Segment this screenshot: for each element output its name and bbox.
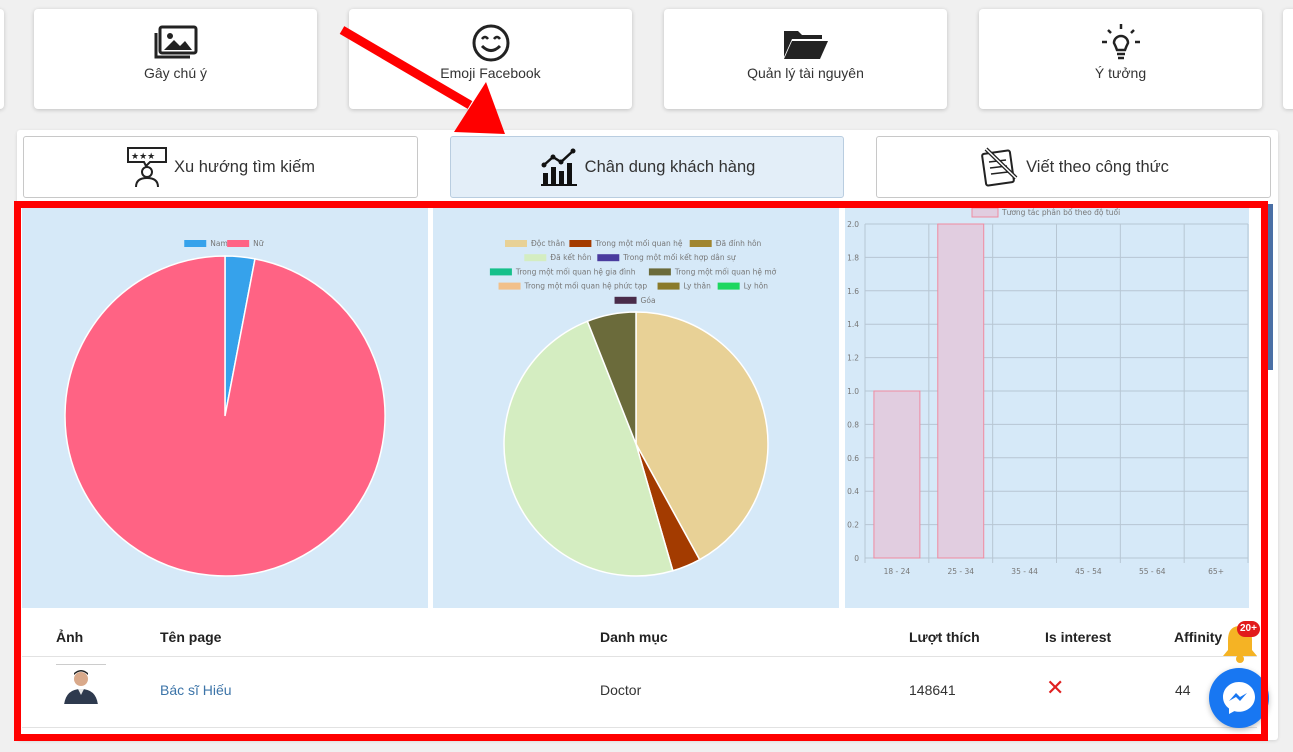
scrollbar-thumb[interactable] (1267, 204, 1273, 370)
x-tick-label: 35 - 44 (1011, 567, 1038, 576)
col-header-category: Danh mục (600, 629, 668, 645)
notepad-pen-icon (978, 146, 1020, 188)
relationship-legend-swatch-1 (569, 240, 592, 247)
age-bar-svg: Tương tác phân bố theo độ tuổi 0 0.2 0.4 0.6… (847, 207, 1249, 576)
relationship-legend-label-10: Góa (641, 296, 656, 305)
lightbulb-icon (1099, 23, 1143, 63)
tool-card-label: Ý tưởng (1094, 65, 1147, 81)
tool-card-resource-management[interactable]: Quản lý tài nguyên (664, 9, 947, 109)
col-header-is-interest: Is interest (1045, 629, 1112, 645)
relationship-legend-label-8: Ly thân (684, 282, 712, 291)
tab-label: Chân dung khách hàng (584, 157, 756, 176)
partial-card-right (1283, 9, 1293, 109)
relationship-legend-label-5: Trong một mối quan hệ gia đình (515, 267, 636, 276)
likes-cell: 148641 (909, 682, 956, 698)
tab-write-by-formula[interactable]: Viết theo công thức (876, 136, 1271, 198)
messenger-chat-button[interactable] (1209, 668, 1269, 728)
tool-card-label: Gây chú ý (143, 65, 208, 81)
category-cell: Doctor (600, 682, 642, 698)
relationship-legend-swatch-7 (498, 282, 521, 290)
avatar (56, 664, 106, 704)
table-divider (22, 727, 1257, 728)
tool-card-attention[interactable]: Gây chú ý (34, 9, 317, 109)
rating-person-icon: ★★★ (126, 146, 168, 188)
y-tick-label: 1.6 (847, 287, 859, 296)
relationship-pie-chart: Độc thân Trong một mối quan hệ Đã đính hôn… (433, 208, 839, 608)
col-header-avatar: Ảnh (56, 629, 84, 645)
folder-icon (782, 23, 830, 63)
gender-pie-chart: Nam Nữ (22, 208, 428, 608)
relationship-legend-swatch-0 (505, 240, 527, 247)
analytics-chart-icon (539, 147, 579, 187)
notification-bell-button[interactable]: 20+ (1220, 618, 1260, 664)
y-tick-label: 0.8 (847, 420, 859, 429)
tab-label: Viết theo công thức (1026, 157, 1169, 176)
y-tick-label: 0.6 (847, 454, 859, 463)
tool-card-ideas[interactable]: Ý tưởng (979, 9, 1262, 109)
gender-legend-swatch-1 (227, 240, 250, 247)
relationship-legend-swatch-10 (614, 296, 637, 304)
relationship-legend-label-3: Đã kết hôn (550, 253, 591, 262)
relationship-legend-label-4: Trong một mối kết hợp dân sự (622, 253, 737, 262)
affinity-cell: 44 (1175, 682, 1191, 698)
images-icon (152, 23, 200, 63)
page-name-link[interactable]: Bác sĩ Hiếu (160, 682, 232, 698)
age-bar-1 (937, 223, 985, 559)
y-tick-label: 1.4 (847, 320, 859, 329)
tab-label: Xu hướng tìm kiếm (173, 157, 316, 176)
x-tick-label: 55 - 64 (1139, 567, 1166, 576)
relationship-pie-svg: Độc thân Trong một mối quan hệ Đã đính hôn… (489, 239, 777, 577)
tab-customer-portrait[interactable]: Chân dung khách hàng (450, 136, 844, 198)
y-tick-label: 1.2 (847, 354, 859, 363)
y-tick-label: 1.0 (847, 387, 859, 396)
x-tick-label: 25 - 34 (947, 567, 974, 576)
y-tick-label: 0.2 (847, 521, 859, 530)
gender-pie-svg: Nam Nữ (64, 239, 386, 577)
relationship-legend-swatch-9 (717, 282, 740, 290)
age-bar-0 (873, 390, 921, 559)
relationship-legend-label-6: Trong một mối quan hệ mở (674, 267, 777, 276)
relationship-legend-swatch-2 (689, 240, 712, 247)
gender-legend-label-0: Nam (210, 239, 228, 248)
y-tick-label: 0 (854, 554, 859, 563)
age-legend-swatch (971, 207, 999, 218)
age-bar-chart: Tương tác phân bố theo độ tuổi 0 0.2 0.4 0.6… (845, 207, 1249, 608)
tool-card-label: Quản lý tài nguyên (747, 65, 864, 81)
relationship-legend-swatch-4 (597, 254, 620, 262)
relationship-legend-label-9: Ly hôn (744, 282, 769, 291)
relationship-legend-label-2: Đã đính hôn (716, 239, 762, 248)
relationship-legend-swatch-6 (648, 268, 671, 276)
relationship-legend-label-7: Trong một mối quan hệ phức tạp (524, 282, 648, 291)
x-tick-label: 45 - 54 (1075, 567, 1102, 576)
relationship-legend-label-1: Trong một mối quan hệ (594, 239, 682, 248)
y-tick-label: 0.4 (847, 487, 859, 496)
relationship-legend-label-0: Độc thân (531, 239, 565, 248)
relationship-legend-swatch-8 (657, 282, 680, 290)
col-header-likes: Lượt thích (909, 629, 980, 645)
svg-text:★★★: ★★★ (131, 151, 155, 161)
gender-legend-label-1: Nữ (253, 239, 265, 248)
col-header-page-name: Tên page (160, 629, 222, 645)
tab-search-trends[interactable]: ★★★ Xu hướng tìm kiếm (23, 136, 418, 198)
close-icon: ✕ (1046, 675, 1065, 700)
x-tick-label: 65+ (1208, 567, 1224, 576)
col-header-affinity: Affinity (1174, 629, 1223, 645)
table-divider (22, 656, 1257, 657)
annotation-arrow (339, 26, 505, 134)
partial-card-left (0, 9, 4, 109)
messenger-icon (1223, 682, 1255, 714)
y-tick-label: 2.0 (847, 220, 859, 229)
gender-pie-slice-1 (64, 255, 386, 577)
y-tick-label: 1.8 (847, 253, 859, 262)
relationship-legend-swatch-5 (489, 268, 512, 276)
x-tick-label: 18 - 24 (884, 567, 911, 576)
relationship-legend-swatch-3 (524, 254, 547, 262)
gender-legend-swatch-0 (184, 240, 207, 247)
age-legend-label: Tương tác phân bố theo độ tuổi (1001, 208, 1120, 217)
notification-count-badge: 20+ (1237, 621, 1260, 637)
